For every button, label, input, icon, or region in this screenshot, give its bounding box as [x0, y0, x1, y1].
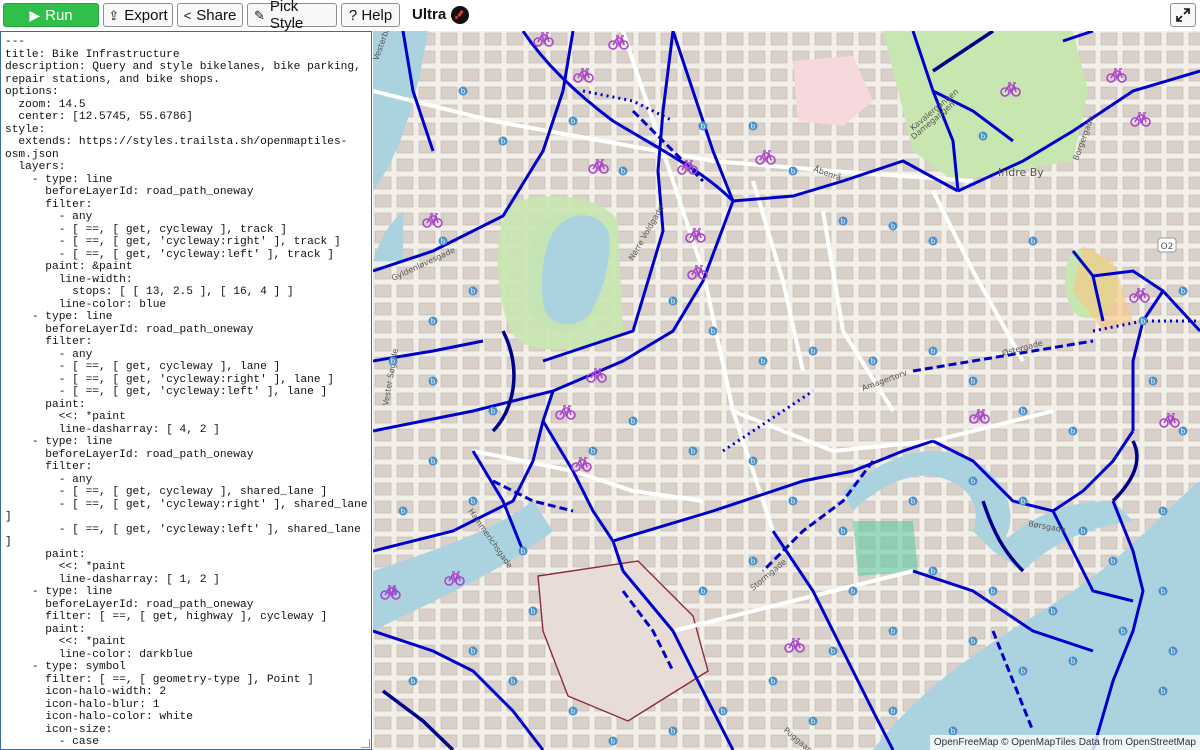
- run-label: Run: [45, 6, 73, 24]
- play-icon: ▶: [29, 7, 41, 23]
- expand-icon: [1176, 8, 1190, 22]
- map-view[interactable]: b: [373, 31, 1200, 750]
- help-label: ? Help: [348, 6, 393, 24]
- pick-style-label: Pick Style: [269, 0, 304, 32]
- map-canvas[interactable]: b: [373, 31, 1200, 750]
- label-o2: O2: [1161, 242, 1174, 252]
- label-indre-by: Indre By: [998, 166, 1044, 179]
- share-button[interactable]: < Share: [177, 3, 243, 27]
- ultra-title: Ultra: [412, 6, 447, 23]
- share-label: Share: [196, 6, 237, 24]
- pick-style-button[interactable]: ✎ Pick Style: [247, 0, 337, 32]
- green-square: [853, 521, 918, 576]
- export-button[interactable]: ⇪ Export: [103, 3, 173, 27]
- editor-code[interactable]: --- title: Bike Infrastructure descripti…: [1, 32, 371, 749]
- brush-icon: ✎: [254, 7, 265, 23]
- map-attribution[interactable]: OpenFreeMap © OpenMapTiles Data from Ope…: [929, 735, 1200, 750]
- help-button[interactable]: ? Help: [341, 3, 400, 27]
- share-icon: <: [183, 7, 192, 23]
- expand-button[interactable]: [1170, 3, 1196, 27]
- toolbar: ▶ Run ⇪ Export < Share ✎ Pick Style ? He…: [0, 0, 1200, 32]
- ultra-logo-icon: [451, 6, 469, 24]
- resize-handle[interactable]: [361, 739, 370, 748]
- code-editor[interactable]: --- title: Bike Infrastructure descripti…: [0, 31, 372, 750]
- export-icon: ⇪: [108, 7, 120, 23]
- export-label: Export: [124, 6, 168, 24]
- run-button[interactable]: ▶ Run: [3, 3, 99, 27]
